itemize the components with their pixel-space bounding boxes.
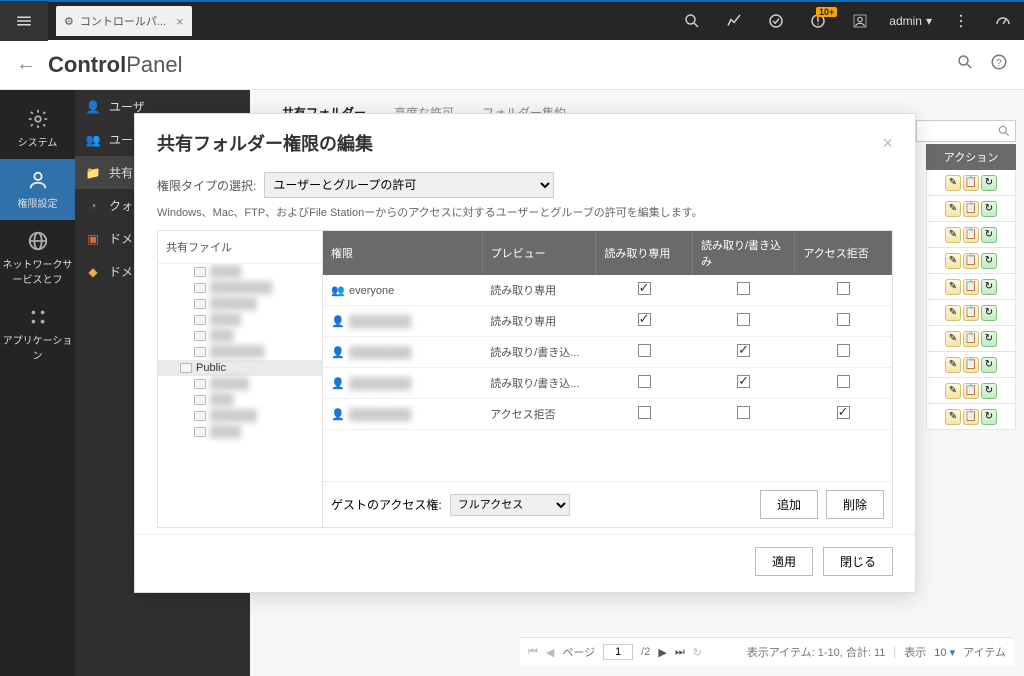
deny-checkbox[interactable] — [837, 375, 850, 388]
dialog-description: Windows、Mac、FTP、およびFile Stationーからのアクセスに… — [157, 204, 893, 220]
pagination-bar: ⏮ ◀ ページ /2 ▶ ⏭ ↻ 表示アイテム: 1-10, 合計: 11 | … — [520, 637, 1014, 666]
tree-node[interactable]: ███ — [158, 392, 322, 408]
refresh-icon[interactable]: ↻ — [693, 646, 702, 659]
first-page-icon[interactable]: ⏮ — [528, 646, 538, 659]
page-input[interactable] — [603, 644, 633, 660]
action-row[interactable]: ✎📋↻ — [926, 378, 1016, 404]
task-icon[interactable] — [755, 1, 797, 41]
read-only-checkbox[interactable] — [638, 282, 651, 295]
tree-node[interactable]: ████ — [158, 312, 322, 328]
user-menu[interactable]: admin▾ — [881, 14, 940, 28]
search-icon[interactable] — [671, 1, 713, 41]
tree-node[interactable]: ███ — [158, 328, 322, 344]
tree-node-selected[interactable]: Public — [158, 360, 322, 376]
guest-access-select[interactable]: フルアクセス — [450, 494, 570, 516]
primary-nav: システム 権限設定 ネットワークサービスとフ アプリケーション — [0, 90, 75, 676]
tree-node[interactable]: ██████ — [158, 296, 322, 312]
action-row[interactable]: ✎📋↻ — [926, 300, 1016, 326]
close-button[interactable]: 閉じる — [823, 547, 893, 576]
read-only-checkbox[interactable] — [638, 375, 651, 388]
svg-text:?: ? — [996, 58, 1002, 69]
action-row[interactable]: ✎📋↻ — [926, 222, 1016, 248]
nav-network[interactable]: ネットワークサービスとフ — [0, 220, 75, 296]
search-icon[interactable] — [956, 53, 974, 76]
window-tab[interactable]: ⚙ コントロールパ... × — [56, 6, 192, 36]
tree-header: 共有ファイル — [158, 231, 322, 264]
tree-node[interactable]: ████████ — [158, 280, 322, 296]
tree-node[interactable]: █████ — [158, 376, 322, 392]
deny-checkbox[interactable] — [837, 406, 850, 419]
tree-node[interactable]: ██████ — [158, 408, 322, 424]
nav-apps[interactable]: アプリケーション — [0, 296, 75, 372]
read-write-checkbox[interactable] — [737, 375, 750, 388]
read-write-checkbox[interactable] — [737, 406, 750, 419]
last-page-icon[interactable]: ⏭ — [675, 646, 685, 659]
nav-privilege[interactable]: 権限設定 — [0, 159, 75, 220]
nav-system[interactable]: システム — [0, 98, 75, 159]
table-row[interactable]: 👤████████アクセス拒否 — [323, 399, 892, 430]
group-icon: 👥 — [331, 284, 345, 297]
tree-node[interactable]: ████ — [158, 424, 322, 440]
dialog-title: 共有フォルダー権限の編集 — [157, 130, 373, 156]
page-size-select[interactable]: 10 ▾ — [934, 646, 955, 659]
user-icon: 👤 — [331, 377, 345, 390]
next-page-icon[interactable]: ▶ — [658, 646, 666, 659]
close-icon[interactable]: × — [882, 133, 893, 154]
deny-checkbox[interactable] — [837, 344, 850, 357]
action-row[interactable]: ✎📋↻ — [926, 404, 1016, 430]
action-row[interactable]: ✎📋↻ — [926, 352, 1016, 378]
deny-checkbox[interactable] — [837, 313, 850, 326]
folder-tree: 共有ファイル ████ ████████ ██████ ████ ███ ███… — [158, 231, 323, 527]
deny-checkbox[interactable] — [837, 282, 850, 295]
dashboard-icon[interactable] — [713, 1, 755, 41]
action-row[interactable]: ✎📋↻ — [926, 196, 1016, 222]
read-only-checkbox[interactable] — [638, 313, 651, 326]
tree-node[interactable]: ███████ — [158, 344, 322, 360]
gear-icon: ⚙ — [64, 15, 74, 28]
action-row[interactable]: ✎📋↻ — [926, 326, 1016, 352]
background-search[interactable] — [916, 120, 1016, 142]
action-row[interactable]: ✎📋↻ — [926, 248, 1016, 274]
read-write-checkbox[interactable] — [737, 313, 750, 326]
edit-permissions-dialog: 共有フォルダー権限の編集 × 権限タイプの選択: ユーザーとグループの許可 Wi… — [134, 113, 916, 593]
menu-toggle[interactable] — [0, 1, 48, 41]
back-button[interactable]: ← — [16, 53, 36, 76]
read-write-checkbox[interactable] — [737, 282, 750, 295]
close-icon[interactable]: × — [176, 14, 184, 29]
chevron-down-icon: ▾ — [926, 14, 932, 28]
remove-button[interactable]: 削除 — [826, 490, 884, 519]
tab-title: コントロールパ... — [80, 13, 166, 29]
prev-page-icon[interactable]: ◀ — [546, 646, 554, 659]
perm-type-select[interactable]: ユーザーとグループの許可 — [264, 172, 554, 198]
more-icon[interactable] — [940, 1, 982, 41]
guest-access-label: ゲストのアクセス権: — [331, 496, 442, 513]
user-icon: 👤 — [331, 346, 345, 359]
top-bar: ⚙ コントロールパ... × 10+ admin▾ — [0, 0, 1024, 40]
tree-node[interactable]: ████ — [158, 264, 322, 280]
table-row[interactable]: 👥everyone読み取り専用 — [323, 275, 892, 306]
help-icon[interactable]: ? — [990, 53, 1008, 76]
user-icon: 👤 — [331, 315, 345, 328]
gauge-icon[interactable] — [982, 1, 1024, 41]
page-title: ControlPanel — [48, 52, 182, 78]
action-row[interactable]: ✎📋↻ — [926, 274, 1016, 300]
action-row[interactable]: ✎📋↻ — [926, 170, 1016, 196]
user-avatar-icon[interactable] — [839, 1, 881, 41]
actions-column: アクション ✎📋↻ ✎📋↻ ✎📋↻ ✎📋↻ ✎📋↻ ✎📋↻ ✎📋↻ ✎📋↻ ✎📋… — [926, 144, 1016, 430]
read-only-checkbox[interactable] — [638, 406, 651, 419]
table-row[interactable]: 👤████████読み取り/書き込... — [323, 368, 892, 399]
user-icon: 👤 — [331, 408, 345, 421]
read-write-checkbox[interactable] — [737, 344, 750, 357]
table-row[interactable]: 👤████████読み取り/書き込... — [323, 337, 892, 368]
add-button[interactable]: 追加 — [760, 490, 818, 519]
apply-button[interactable]: 適用 — [755, 547, 813, 576]
perm-type-label: 権限タイプの選択: — [157, 177, 256, 194]
page-header: ← ControlPanel ? — [0, 40, 1024, 90]
permissions-table: 権限 プレビュー 読み取り専用 読み取り/書き込み アクセス拒否 👥everyo… — [323, 231, 892, 481]
notification-badge: 10+ — [816, 7, 837, 17]
read-only-checkbox[interactable] — [638, 344, 651, 357]
notification-icon[interactable]: 10+ — [797, 1, 839, 41]
table-row[interactable]: 👤████████読み取り専用 — [323, 306, 892, 337]
